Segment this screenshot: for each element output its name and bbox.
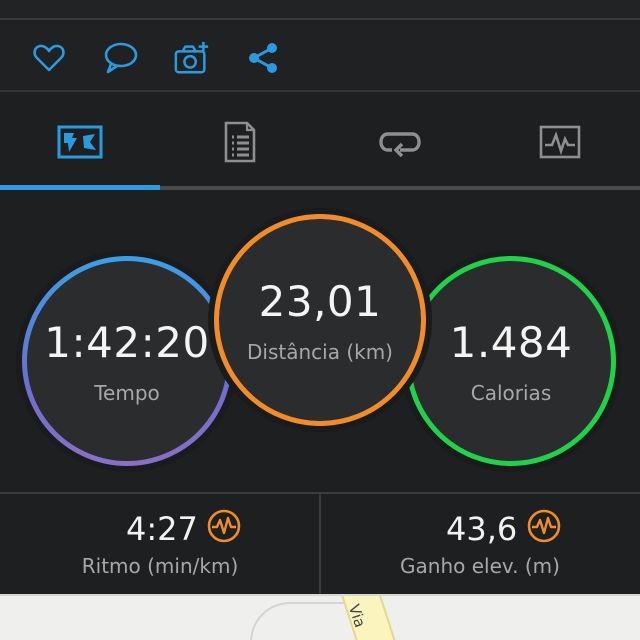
heart-icon[interactable] — [30, 39, 68, 77]
metrics-row: 4:27 Ritmo (min/km) 43,6 Ganho elev. (m) — [0, 492, 640, 594]
laps-loop-icon — [379, 132, 421, 158]
tab-overview[interactable] — [0, 94, 160, 190]
tab-bar — [0, 94, 640, 190]
tab-details[interactable] — [160, 94, 320, 190]
pace-value: 4:27 — [126, 510, 198, 548]
calories-label: Calorias — [470, 380, 552, 405]
details-list-icon — [224, 121, 256, 163]
chart-icon — [539, 125, 581, 159]
share-icon[interactable] — [244, 39, 282, 77]
tab-chart[interactable] — [480, 94, 640, 190]
tab-laps[interactable] — [320, 94, 480, 190]
comment-icon[interactable] — [102, 39, 140, 77]
time-stat[interactable]: 1:42:20 Tempo — [22, 256, 232, 466]
elevation-label: Ganho elev. (m) — [400, 554, 560, 578]
calories-value: 1.484 — [449, 317, 573, 367]
pace-chart-icon[interactable] — [206, 508, 242, 544]
pace-metric[interactable]: 4:27 Ritmo (min/km) — [0, 494, 320, 594]
elevation-metric[interactable]: 43,6 Ganho elev. (m) — [320, 494, 640, 594]
overview-map-icon — [57, 125, 103, 159]
action-bar — [0, 22, 640, 92]
pace-label: Ritmo (min/km) — [81, 554, 239, 578]
elevation-chart-icon[interactable] — [526, 508, 562, 544]
time-label: Tempo — [94, 380, 160, 405]
time-value: 1:42:20 — [44, 317, 210, 367]
status-strip — [0, 0, 640, 20]
distance-label: Distância (km) — [247, 339, 393, 364]
distance-value: 23,01 — [258, 276, 382, 326]
elevation-value: 43,6 — [446, 510, 518, 548]
stats-panel: 1:42:20 Tempo 1.484 Calorias 23,01 Distâ… — [0, 190, 640, 492]
calories-stat[interactable]: 1.484 Calorias — [406, 256, 616, 466]
map-preview[interactable]: Via — [0, 594, 640, 640]
camera-add-icon[interactable] — [173, 39, 211, 77]
distance-stat[interactable]: 23,01 Distância (km) — [214, 214, 426, 426]
